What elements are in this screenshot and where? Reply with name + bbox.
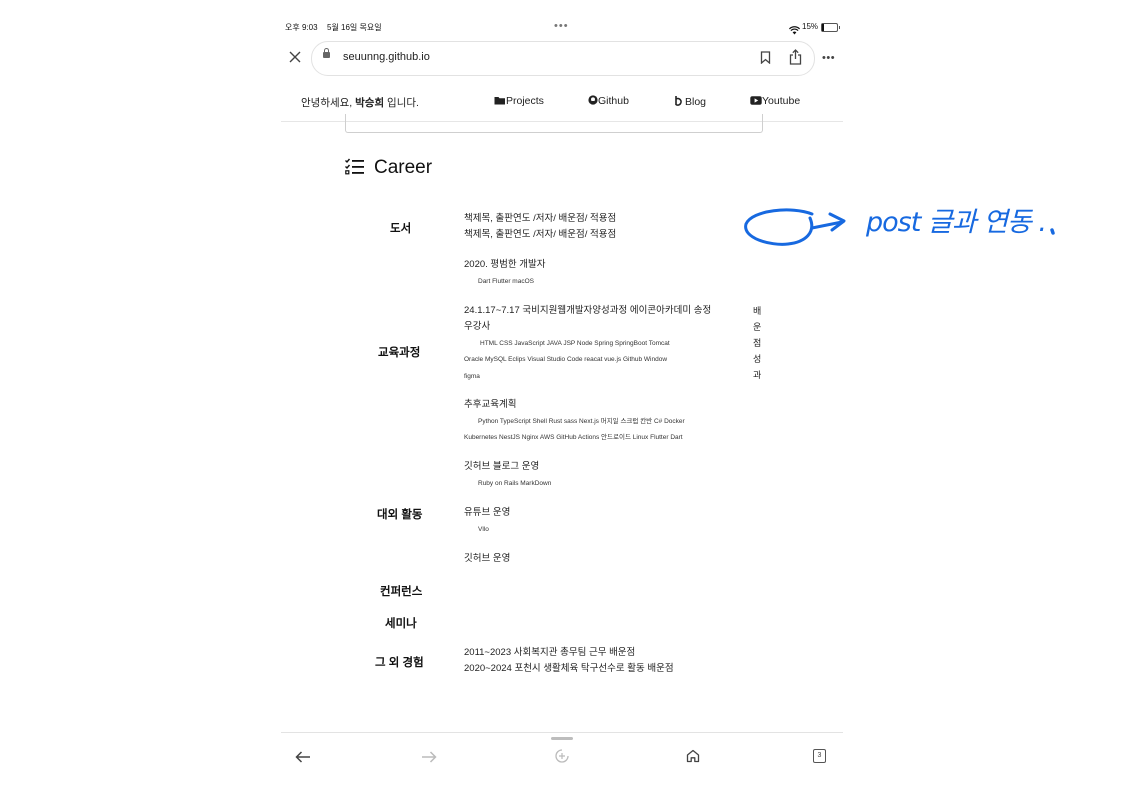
category-education: 교육과정 xyxy=(378,347,421,359)
greeting-suffix: 입니다. xyxy=(384,97,419,109)
nav-blog-label: Blog xyxy=(685,96,707,108)
battery-icon xyxy=(821,23,840,32)
nav-youtube-label: Youtube xyxy=(762,95,801,107)
education-title: 우강사 xyxy=(464,321,491,332)
education-title: 2020. 평범한 개발자 xyxy=(464,259,546,270)
education-tags: figma xyxy=(464,373,480,380)
book-entry: 책제목, 출판연도 /저자/ 배운점/ 적용점 xyxy=(464,213,617,224)
activity-tags: Vllo xyxy=(478,526,489,533)
category-external: 대외 활동 xyxy=(377,509,423,521)
bookmark-icon[interactable] xyxy=(760,51,771,69)
nav-youtube[interactable]: Youtube xyxy=(750,95,800,107)
education-title: 24.1.17~7.17 국비지원웹개발자양성과정 에이콘아카데미 송정 xyxy=(464,305,712,316)
toolbar-divider xyxy=(281,732,843,733)
previous-section-box xyxy=(345,114,763,133)
folder-icon xyxy=(494,97,505,105)
education-tags: Kubernetes NestJS Nginx AWS GitHub Actio… xyxy=(464,434,683,441)
nav-projects[interactable]: Projects xyxy=(494,95,544,107)
forward-arrow-icon[interactable] xyxy=(421,750,437,768)
category-seminar: 세미나 xyxy=(385,618,417,630)
close-icon[interactable] xyxy=(289,50,301,68)
tabs-button[interactable]: 3 xyxy=(813,749,826,763)
nav-projects-label: Projects xyxy=(506,95,544,107)
share-icon[interactable] xyxy=(789,49,802,70)
vertical-char: 배 xyxy=(753,306,762,316)
new-tab-icon[interactable] xyxy=(554,748,570,769)
home-icon[interactable] xyxy=(686,749,700,768)
youtube-icon xyxy=(750,96,762,105)
greeting-name: 박승희 xyxy=(355,97,385,109)
nav-github[interactable]: Github xyxy=(588,95,629,107)
education-title: 추후교육계획 xyxy=(464,399,517,410)
status-time: 오후 9:03 xyxy=(285,23,318,32)
education-tags: Dart Flutter macOS xyxy=(478,278,534,285)
wifi-icon xyxy=(788,22,801,40)
nav-blog[interactable]: Blog xyxy=(674,95,706,108)
status-date: 5월 16일 목요일 xyxy=(327,23,382,32)
annotation-text: post 글과 연동 . xyxy=(866,207,1047,238)
nav-github-label: Github xyxy=(598,95,629,107)
category-books: 도서 xyxy=(390,223,412,235)
battery-percent: 15% xyxy=(802,22,819,31)
education-tags: HTML CSS JavaScript JAVA JSP Node Spring… xyxy=(480,340,670,347)
multitasking-dots-icon[interactable]: ••• xyxy=(554,20,569,32)
learned-points-label: 배 운 점 성 과 xyxy=(753,303,763,383)
drag-handle[interactable] xyxy=(551,737,573,740)
vertical-char: 점 xyxy=(753,338,762,348)
vertical-char: 성 xyxy=(753,354,762,364)
experience-entry: 2020~2024 포천시 생활체육 탁구선수로 활동 배운점 xyxy=(464,663,674,674)
checklist-icon xyxy=(345,158,365,180)
url-text[interactable]: seuunng.github.io xyxy=(343,51,430,63)
more-options-icon[interactable]: ••• xyxy=(822,52,835,64)
category-conference: 컨퍼런스 xyxy=(380,586,423,598)
back-arrow-icon[interactable] xyxy=(295,750,311,768)
github-icon xyxy=(588,95,598,105)
lock-icon xyxy=(323,48,330,58)
vertical-char: 과 xyxy=(753,370,762,380)
education-tags: Oracle MySQL Eclips Visual Studio Code r… xyxy=(464,356,668,363)
category-other: 그 외 경험 xyxy=(375,657,424,669)
activity-title: 유튜브 운영 xyxy=(464,507,511,518)
greeting: 안녕하세요, 박승희 입니다. xyxy=(301,95,419,110)
blog-icon xyxy=(675,96,682,106)
activity-title: 깃허브 운영 xyxy=(464,553,511,564)
section-title: Career xyxy=(374,157,433,178)
experience-entry: 2011~2023 사회복지관 총무팀 근무 배운점 xyxy=(464,647,636,658)
greeting-prefix: 안녕하세요, xyxy=(301,97,356,109)
activity-tags: Ruby on Rails MarkDown xyxy=(478,480,552,487)
activity-title: 깃허브 블로그 운영 xyxy=(464,461,540,472)
book-entry: 책제목, 출판연도 /저자/ 배운점/ 적용점 xyxy=(464,229,617,240)
education-tags: Python TypeScript Shell Rust sass Next.j… xyxy=(478,418,685,425)
vertical-char: 운 xyxy=(753,322,762,332)
